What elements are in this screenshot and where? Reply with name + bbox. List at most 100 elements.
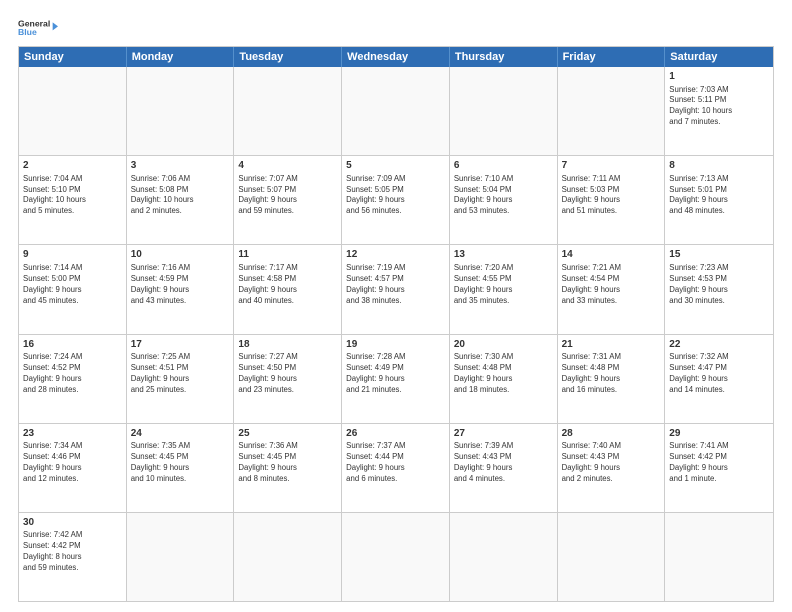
day-info: Sunrise: 7:32 AM Sunset: 4:47 PM Dayligh… [669, 352, 769, 396]
calendar-cell: 13Sunrise: 7:20 AM Sunset: 4:55 PM Dayli… [450, 245, 558, 333]
day-number: 6 [454, 159, 553, 173]
header-cell-sunday: Sunday [19, 47, 127, 67]
svg-text:Blue: Blue [18, 27, 37, 37]
day-number: 10 [131, 248, 230, 262]
calendar-cell [450, 513, 558, 601]
calendar-header-row: SundayMondayTuesdayWednesdayThursdayFrid… [19, 47, 773, 67]
day-info: Sunrise: 7:41 AM Sunset: 4:42 PM Dayligh… [669, 441, 769, 485]
day-info: Sunrise: 7:06 AM Sunset: 5:08 PM Dayligh… [131, 174, 230, 218]
day-number: 16 [23, 338, 122, 352]
day-info: Sunrise: 7:07 AM Sunset: 5:07 PM Dayligh… [238, 174, 337, 218]
calendar-cell: 26Sunrise: 7:37 AM Sunset: 4:44 PM Dayli… [342, 424, 450, 512]
day-info: Sunrise: 7:16 AM Sunset: 4:59 PM Dayligh… [131, 263, 230, 307]
day-info: Sunrise: 7:23 AM Sunset: 4:53 PM Dayligh… [669, 263, 769, 307]
day-info: Sunrise: 7:03 AM Sunset: 5:11 PM Dayligh… [669, 85, 769, 129]
day-number: 30 [23, 516, 122, 530]
day-number: 25 [238, 427, 337, 441]
calendar-row-1: 2Sunrise: 7:04 AM Sunset: 5:10 PM Daylig… [19, 155, 773, 244]
calendar-cell: 11Sunrise: 7:17 AM Sunset: 4:58 PM Dayli… [234, 245, 342, 333]
calendar-cell: 27Sunrise: 7:39 AM Sunset: 4:43 PM Dayli… [450, 424, 558, 512]
calendar-cell: 12Sunrise: 7:19 AM Sunset: 4:57 PM Dayli… [342, 245, 450, 333]
day-info: Sunrise: 7:25 AM Sunset: 4:51 PM Dayligh… [131, 352, 230, 396]
calendar-cell: 2Sunrise: 7:04 AM Sunset: 5:10 PM Daylig… [19, 156, 127, 244]
header-cell-saturday: Saturday [665, 47, 773, 67]
calendar-cell: 25Sunrise: 7:36 AM Sunset: 4:45 PM Dayli… [234, 424, 342, 512]
calendar-cell [558, 67, 666, 155]
calendar-cell: 7Sunrise: 7:11 AM Sunset: 5:03 PM Daylig… [558, 156, 666, 244]
calendar-cell: 16Sunrise: 7:24 AM Sunset: 4:52 PM Dayli… [19, 335, 127, 423]
calendar-cell: 17Sunrise: 7:25 AM Sunset: 4:51 PM Dayli… [127, 335, 235, 423]
day-info: Sunrise: 7:17 AM Sunset: 4:58 PM Dayligh… [238, 263, 337, 307]
day-number: 7 [562, 159, 661, 173]
calendar-cell [450, 67, 558, 155]
header-cell-monday: Monday [127, 47, 235, 67]
calendar-row-0: 1Sunrise: 7:03 AM Sunset: 5:11 PM Daylig… [19, 67, 773, 155]
calendar-row-2: 9Sunrise: 7:14 AM Sunset: 5:00 PM Daylig… [19, 244, 773, 333]
calendar-cell: 29Sunrise: 7:41 AM Sunset: 4:42 PM Dayli… [665, 424, 773, 512]
calendar-cell: 21Sunrise: 7:31 AM Sunset: 4:48 PM Dayli… [558, 335, 666, 423]
calendar-cell: 28Sunrise: 7:40 AM Sunset: 4:43 PM Dayli… [558, 424, 666, 512]
day-number: 3 [131, 159, 230, 173]
calendar-cell [127, 67, 235, 155]
calendar-cell [558, 513, 666, 601]
header-cell-wednesday: Wednesday [342, 47, 450, 67]
calendar-cell: 6Sunrise: 7:10 AM Sunset: 5:04 PM Daylig… [450, 156, 558, 244]
day-info: Sunrise: 7:20 AM Sunset: 4:55 PM Dayligh… [454, 263, 553, 307]
calendar-row-4: 23Sunrise: 7:34 AM Sunset: 4:46 PM Dayli… [19, 423, 773, 512]
calendar-cell [234, 513, 342, 601]
day-number: 11 [238, 248, 337, 262]
day-info: Sunrise: 7:39 AM Sunset: 4:43 PM Dayligh… [454, 441, 553, 485]
day-info: Sunrise: 7:21 AM Sunset: 4:54 PM Dayligh… [562, 263, 661, 307]
calendar-cell: 23Sunrise: 7:34 AM Sunset: 4:46 PM Dayli… [19, 424, 127, 512]
day-number: 27 [454, 427, 553, 441]
calendar-cell [665, 513, 773, 601]
day-info: Sunrise: 7:30 AM Sunset: 4:48 PM Dayligh… [454, 352, 553, 396]
day-info: Sunrise: 7:31 AM Sunset: 4:48 PM Dayligh… [562, 352, 661, 396]
day-number: 12 [346, 248, 445, 262]
day-number: 2 [23, 159, 122, 173]
day-number: 13 [454, 248, 553, 262]
day-number: 14 [562, 248, 661, 262]
calendar-cell: 14Sunrise: 7:21 AM Sunset: 4:54 PM Dayli… [558, 245, 666, 333]
day-number: 1 [669, 70, 769, 84]
logo-icon: General Blue [18, 16, 58, 38]
day-info: Sunrise: 7:36 AM Sunset: 4:45 PM Dayligh… [238, 441, 337, 485]
calendar-cell: 5Sunrise: 7:09 AM Sunset: 5:05 PM Daylig… [342, 156, 450, 244]
calendar-cell: 22Sunrise: 7:32 AM Sunset: 4:47 PM Dayli… [665, 335, 773, 423]
header-cell-tuesday: Tuesday [234, 47, 342, 67]
day-info: Sunrise: 7:09 AM Sunset: 5:05 PM Dayligh… [346, 174, 445, 218]
header-cell-thursday: Thursday [450, 47, 558, 67]
day-number: 19 [346, 338, 445, 352]
calendar-cell [234, 67, 342, 155]
calendar-cell: 3Sunrise: 7:06 AM Sunset: 5:08 PM Daylig… [127, 156, 235, 244]
calendar-cell [19, 67, 127, 155]
day-number: 28 [562, 427, 661, 441]
day-info: Sunrise: 7:40 AM Sunset: 4:43 PM Dayligh… [562, 441, 661, 485]
calendar-row-5: 30Sunrise: 7:42 AM Sunset: 4:42 PM Dayli… [19, 512, 773, 601]
day-number: 17 [131, 338, 230, 352]
day-number: 4 [238, 159, 337, 173]
day-info: Sunrise: 7:10 AM Sunset: 5:04 PM Dayligh… [454, 174, 553, 218]
calendar-cell: 1Sunrise: 7:03 AM Sunset: 5:11 PM Daylig… [665, 67, 773, 155]
day-info: Sunrise: 7:24 AM Sunset: 4:52 PM Dayligh… [23, 352, 122, 396]
calendar-cell: 8Sunrise: 7:13 AM Sunset: 5:01 PM Daylig… [665, 156, 773, 244]
calendar-cell: 10Sunrise: 7:16 AM Sunset: 4:59 PM Dayli… [127, 245, 235, 333]
day-info: Sunrise: 7:14 AM Sunset: 5:00 PM Dayligh… [23, 263, 122, 307]
calendar-cell [342, 67, 450, 155]
day-number: 8 [669, 159, 769, 173]
day-info: Sunrise: 7:34 AM Sunset: 4:46 PM Dayligh… [23, 441, 122, 485]
page: General Blue SundayMondayTuesdayWednesda… [0, 0, 792, 612]
day-info: Sunrise: 7:27 AM Sunset: 4:50 PM Dayligh… [238, 352, 337, 396]
day-info: Sunrise: 7:11 AM Sunset: 5:03 PM Dayligh… [562, 174, 661, 218]
day-number: 5 [346, 159, 445, 173]
header: General Blue [18, 16, 774, 38]
day-number: 18 [238, 338, 337, 352]
calendar-cell: 24Sunrise: 7:35 AM Sunset: 4:45 PM Dayli… [127, 424, 235, 512]
day-info: Sunrise: 7:04 AM Sunset: 5:10 PM Dayligh… [23, 174, 122, 218]
day-info: Sunrise: 7:13 AM Sunset: 5:01 PM Dayligh… [669, 174, 769, 218]
day-info: Sunrise: 7:35 AM Sunset: 4:45 PM Dayligh… [131, 441, 230, 485]
day-number: 15 [669, 248, 769, 262]
calendar-cell: 18Sunrise: 7:27 AM Sunset: 4:50 PM Dayli… [234, 335, 342, 423]
calendar: SundayMondayTuesdayWednesdayThursdayFrid… [18, 46, 774, 602]
calendar-cell: 15Sunrise: 7:23 AM Sunset: 4:53 PM Dayli… [665, 245, 773, 333]
